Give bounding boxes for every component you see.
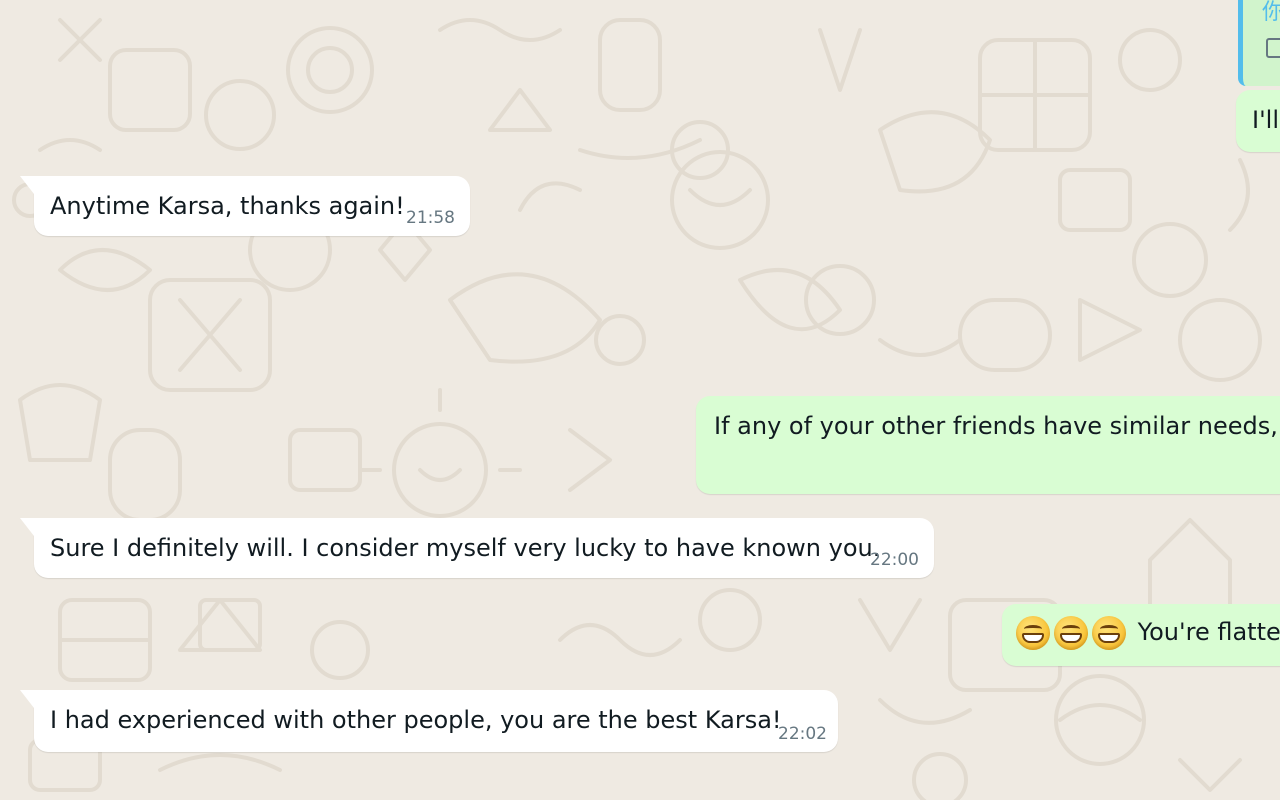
bubble-tail (20, 690, 34, 708)
document-icon (1266, 38, 1280, 58)
grinning-face-emoji-icon (1092, 616, 1126, 650)
outgoing-message[interactable]: You're flatte (1002, 604, 1280, 666)
message-text: You're flatte (1137, 618, 1280, 646)
outgoing-message-partial[interactable]: I'll (1236, 90, 1280, 152)
incoming-message[interactable]: Sure I definitely will. I consider mysel… (20, 518, 934, 578)
bubble-tail (20, 176, 34, 194)
grinning-face-emoji-icon (1054, 616, 1088, 650)
outgoing-message[interactable]: If any of your other friends have simila… (696, 396, 1280, 494)
quoted-author-name: 你 (1262, 0, 1280, 25)
message-timestamp: 22:02 (778, 724, 827, 744)
message-text: I'll (1252, 106, 1280, 134)
grinning-face-emoji-icon (1016, 616, 1050, 650)
incoming-message[interactable]: Anytime Karsa, thanks again! 21:58 (20, 176, 470, 236)
bubble-tail (20, 518, 34, 536)
message-text: Anytime Karsa, thanks again! (50, 192, 405, 220)
incoming-message[interactable]: I had experienced with other people, you… (20, 690, 838, 752)
message-text: If any of your other friends have simila… (714, 412, 1280, 440)
message-text: I had experienced with other people, you… (50, 706, 782, 734)
message-timestamp: 22:00 (870, 550, 919, 570)
message-timestamp: 21:58 (406, 208, 455, 228)
message-text: Sure I definitely will. I consider mysel… (50, 534, 881, 562)
message-content: You're flatte (1016, 616, 1280, 650)
